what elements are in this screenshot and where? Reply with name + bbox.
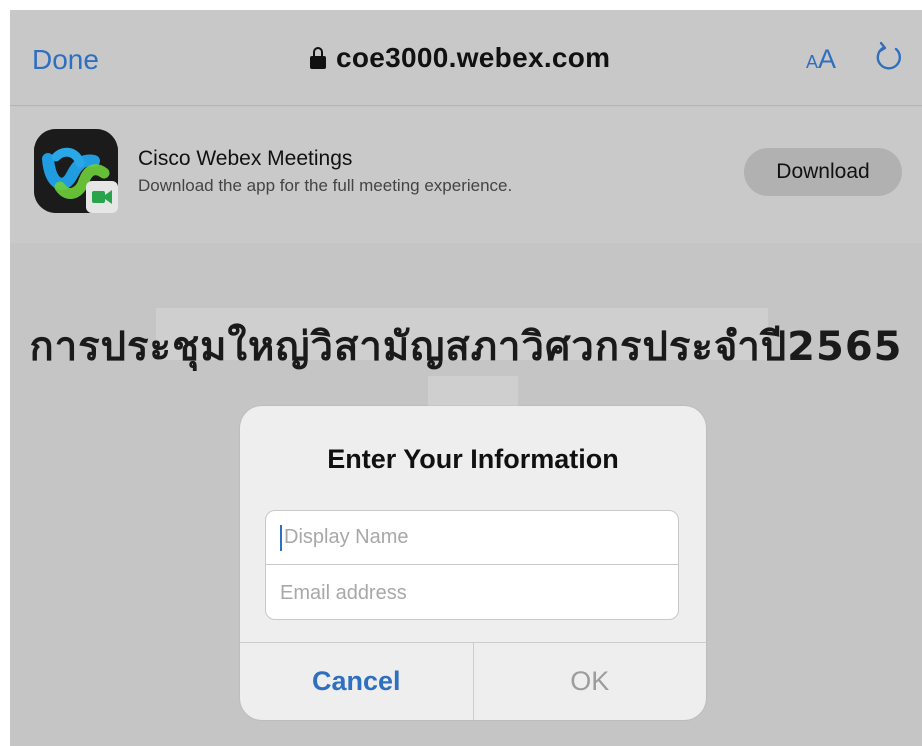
lock-icon (310, 47, 326, 69)
app-subtitle: Download the app for the full meeting ex… (138, 176, 513, 195)
enter-info-dialog: Enter Your Information Display Name Emai… (240, 406, 706, 720)
ok-button[interactable]: OK (474, 643, 707, 720)
address-bar[interactable]: coe3000.webex.com (310, 40, 610, 76)
webex-logo-icon (34, 129, 118, 213)
browser-screen: Done coe3000.webex.com AA Cisco Webex Me… (10, 10, 922, 746)
meeting-title: การประชุมใหญ่วิสามัญสภาวิศวกรประจำปี2565 (29, 324, 903, 370)
done-button[interactable]: Done (32, 44, 99, 76)
reload-icon[interactable] (872, 40, 906, 74)
dialog-title: Enter Your Information (327, 444, 619, 474)
dialog-button-row: Cancel OK (240, 642, 706, 720)
url-text: coe3000.webex.com (336, 42, 611, 73)
text-size-button[interactable]: AA (806, 44, 836, 75)
text-size-large-glyph: A (818, 44, 837, 74)
browser-toolbar: Done coe3000.webex.com AA (10, 10, 922, 106)
form-fields: Display Name Email address (265, 510, 679, 620)
text-size-small-glyph: A (806, 52, 819, 72)
email-field[interactable]: Email address (266, 566, 678, 619)
download-button[interactable]: Download (744, 148, 902, 196)
text-caret (280, 524, 282, 551)
display-name-field[interactable]: Display Name (266, 511, 678, 565)
webex-app-icon[interactable] (34, 129, 118, 213)
cancel-button[interactable]: Cancel (240, 643, 474, 720)
app-name: Cisco Webex Meetings (138, 147, 353, 170)
display-name-placeholder: Display Name (284, 526, 409, 548)
app-banner: Cisco Webex Meetings Download the app fo… (10, 107, 922, 243)
email-placeholder: Email address (280, 581, 407, 604)
